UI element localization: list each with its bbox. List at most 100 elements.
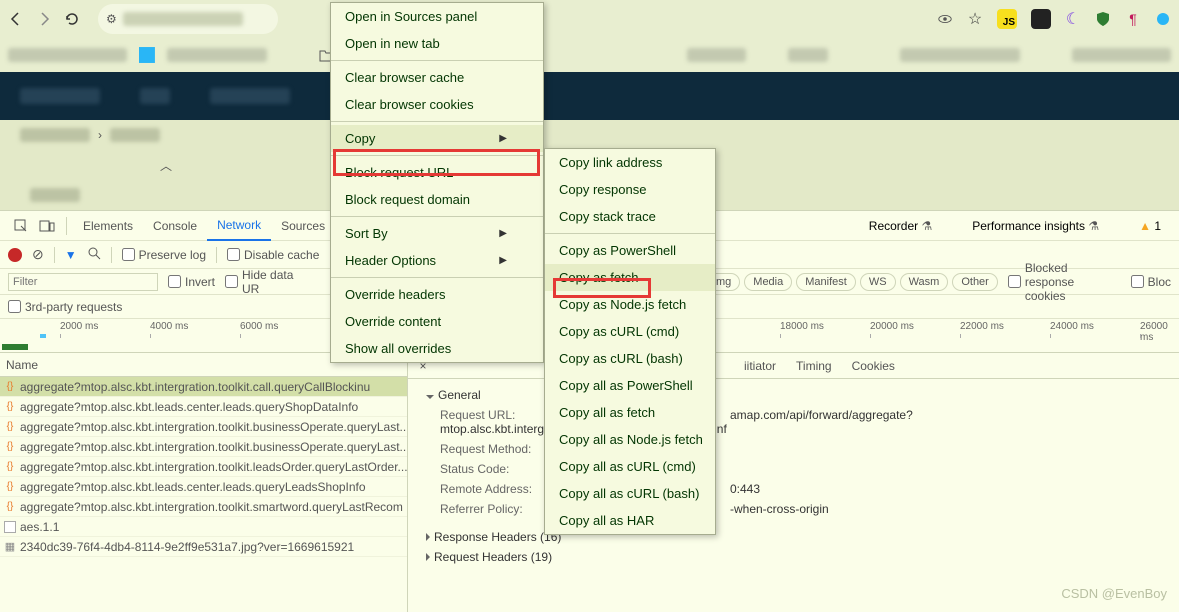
ext-js-icon[interactable]: JS xyxy=(997,9,1017,29)
menu-show-overrides[interactable]: Show all overrides xyxy=(331,335,543,362)
request-name: aggregate?mtop.alsc.kbt.intergration.too… xyxy=(20,460,407,474)
request-detail: × iitiator Timing Cookies General Reques… xyxy=(408,353,1179,612)
menu-copy-nodejs-fetch[interactable]: Copy as Node.js fetch xyxy=(545,291,715,318)
blocked-checkbox[interactable]: Bloc xyxy=(1131,261,1171,303)
moon-icon[interactable]: ☾ xyxy=(1065,11,1081,27)
tab-recorder[interactable]: Recorder ⚗ xyxy=(869,219,932,233)
device-icon[interactable] xyxy=(34,213,60,239)
back-icon[interactable] xyxy=(8,11,24,27)
request-row[interactable]: ▦2340dc39-76f4-4db4-8114-9e2ff9e531a7.jp… xyxy=(0,537,407,557)
menu-copy-all-nodejs-fetch[interactable]: Copy all as Node.js fetch xyxy=(545,426,715,453)
pill-other[interactable]: Other xyxy=(952,273,998,291)
hide-dataurl-checkbox[interactable]: Hide data UR xyxy=(225,268,294,296)
request-row[interactable]: {}aggregate?mtop.alsc.kbt.leads.center.l… xyxy=(0,477,407,497)
tab-blur xyxy=(1072,48,1171,62)
warning-icon: ▲ xyxy=(1139,219,1151,233)
request-row[interactable]: {}aggregate?mtop.alsc.kbt.intergration.t… xyxy=(0,457,407,477)
section-request-headers[interactable]: Request Headers (19) xyxy=(426,547,1161,567)
menu-copy-all-curl-cmd[interactable]: Copy all as cURL (cmd) xyxy=(545,453,715,480)
tab-network[interactable]: Network xyxy=(207,211,271,241)
menu-copy-powershell[interactable]: Copy as PowerShell xyxy=(545,237,715,264)
record-button[interactable] xyxy=(8,248,22,262)
menu-copy-all-curl-bash[interactable]: Copy all as cURL (bash) xyxy=(545,480,715,507)
globe-icon[interactable] xyxy=(1155,11,1171,27)
tab-perf-insights[interactable]: Performance insights ⚗ xyxy=(972,219,1099,233)
menu-clear-cache[interactable]: Clear browser cache xyxy=(331,64,543,91)
detail-tab-timing[interactable]: Timing xyxy=(786,359,842,373)
section-general[interactable]: General xyxy=(426,385,1161,405)
menu-open-sources[interactable]: Open in Sources panel xyxy=(331,3,543,30)
menu-block-url[interactable]: Block request URL xyxy=(331,159,543,186)
third-party-checkbox[interactable]: 3rd-party requests xyxy=(8,300,122,314)
triangle-right-icon xyxy=(426,553,430,561)
tab-elements[interactable]: Elements xyxy=(73,211,143,241)
shield-icon[interactable] xyxy=(1095,11,1111,27)
detail-tab-cookies[interactable]: Cookies xyxy=(842,359,905,373)
request-row[interactable]: {}aggregate?mtop.alsc.kbt.intergration.t… xyxy=(0,417,407,437)
menu-copy-response[interactable]: Copy response xyxy=(545,176,715,203)
kv-remote-address: Remote Address:0:443 xyxy=(426,479,1161,499)
chevron-right-icon: ▶ xyxy=(499,133,507,144)
menu-header-options[interactable]: Header Options▶ xyxy=(331,247,543,274)
menu-open-new-tab[interactable]: Open in new tab xyxy=(331,30,543,57)
pill-manifest[interactable]: Manifest xyxy=(796,273,856,291)
filter-input[interactable] xyxy=(8,273,158,291)
detail-tab-initiator[interactable]: iitiator xyxy=(734,359,786,373)
blocked-cookies-checkbox[interactable]: Blocked response cookies xyxy=(1008,261,1117,303)
request-row[interactable]: {}aggregate?mtop.alsc.kbt.intergration.t… xyxy=(0,437,407,457)
reload-icon[interactable] xyxy=(64,11,80,27)
pilcrow-icon[interactable]: ¶ xyxy=(1125,11,1141,27)
menu-copy[interactable]: Copy▶ xyxy=(331,125,543,152)
kv-request-url: Request URL:amap.com/api/forward/aggrega… xyxy=(426,405,1161,439)
url-text xyxy=(123,12,243,26)
menu-override-headers[interactable]: Override headers xyxy=(331,281,543,308)
menu-copy-curl-cmd[interactable]: Copy as cURL (cmd) xyxy=(545,318,715,345)
clear-icon[interactable]: ⊘ xyxy=(32,246,44,263)
menu-copy-stack[interactable]: Copy stack trace xyxy=(545,203,715,230)
menu-copy-link[interactable]: Copy link address xyxy=(545,149,715,176)
menu-sort-by[interactable]: Sort By▶ xyxy=(331,220,543,247)
menu-copy-all-powershell[interactable]: Copy all as PowerShell xyxy=(545,372,715,399)
tick: 2000 ms xyxy=(60,321,98,332)
menu-copy-all-fetch[interactable]: Copy all as fetch xyxy=(545,399,715,426)
invert-checkbox[interactable]: Invert xyxy=(168,275,215,289)
site-nav-blur xyxy=(140,88,170,104)
pill-ws[interactable]: WS xyxy=(860,273,896,291)
menu-override-content[interactable]: Override content xyxy=(331,308,543,335)
chevron-up-icon[interactable]: ︿ xyxy=(160,157,172,174)
address-bar[interactable]: ⚙ xyxy=(98,4,278,34)
tab-sources[interactable]: Sources xyxy=(271,211,335,241)
menu-block-domain[interactable]: Block request domain xyxy=(331,186,543,213)
request-row[interactable]: {}aggregate?mtop.alsc.kbt.leads.center.l… xyxy=(0,397,407,417)
request-row[interactable]: {}aggregate?mtop.alsc.kbt.intergration.t… xyxy=(0,377,407,397)
search-icon[interactable] xyxy=(87,246,101,263)
star-icon[interactable]: ☆ xyxy=(967,11,983,27)
chevron-right-icon: ▶ xyxy=(499,255,507,266)
menu-copy-fetch[interactable]: Copy as fetch xyxy=(545,264,715,291)
timeline-bar xyxy=(40,334,46,338)
warning-badge[interactable]: ▲ 1 xyxy=(1139,219,1161,233)
context-menu-copy-sub: Copy link address Copy response Copy sta… xyxy=(544,148,716,535)
inspect-icon[interactable] xyxy=(8,213,34,239)
ext-dark-icon[interactable] xyxy=(1031,9,1051,29)
forward-icon[interactable] xyxy=(36,11,52,27)
eye-icon[interactable] xyxy=(937,11,953,27)
pill-wasm[interactable]: Wasm xyxy=(900,273,949,291)
site-nav-blur xyxy=(210,88,290,104)
menu-clear-cookies[interactable]: Clear browser cookies xyxy=(331,91,543,118)
request-row[interactable]: {}aggregate?mtop.alsc.kbt.intergration.t… xyxy=(0,497,407,517)
flask-icon: ⚗ xyxy=(921,219,932,233)
filter-icon[interactable]: ▼ xyxy=(65,248,77,262)
request-name: aggregate?mtop.alsc.kbt.leads.center.lea… xyxy=(20,400,358,414)
menu-copy-curl-bash[interactable]: Copy as cURL (bash) xyxy=(545,345,715,372)
tab-console[interactable]: Console xyxy=(143,211,207,241)
disable-cache-checkbox[interactable]: Disable cache xyxy=(227,248,319,262)
menu-copy-all-har[interactable]: Copy all as HAR xyxy=(545,507,715,534)
pill-media[interactable]: Media xyxy=(744,273,792,291)
site-tune-icon[interactable]: ⚙ xyxy=(106,12,117,26)
request-row[interactable]: aes.1.1 xyxy=(0,517,407,537)
tick: 24000 ms xyxy=(1050,321,1094,332)
chevron-right-icon: ▶ xyxy=(499,228,507,239)
preserve-log-checkbox[interactable]: Preserve log xyxy=(122,248,206,262)
section-response-headers[interactable]: Response Headers (16) xyxy=(426,527,1161,547)
